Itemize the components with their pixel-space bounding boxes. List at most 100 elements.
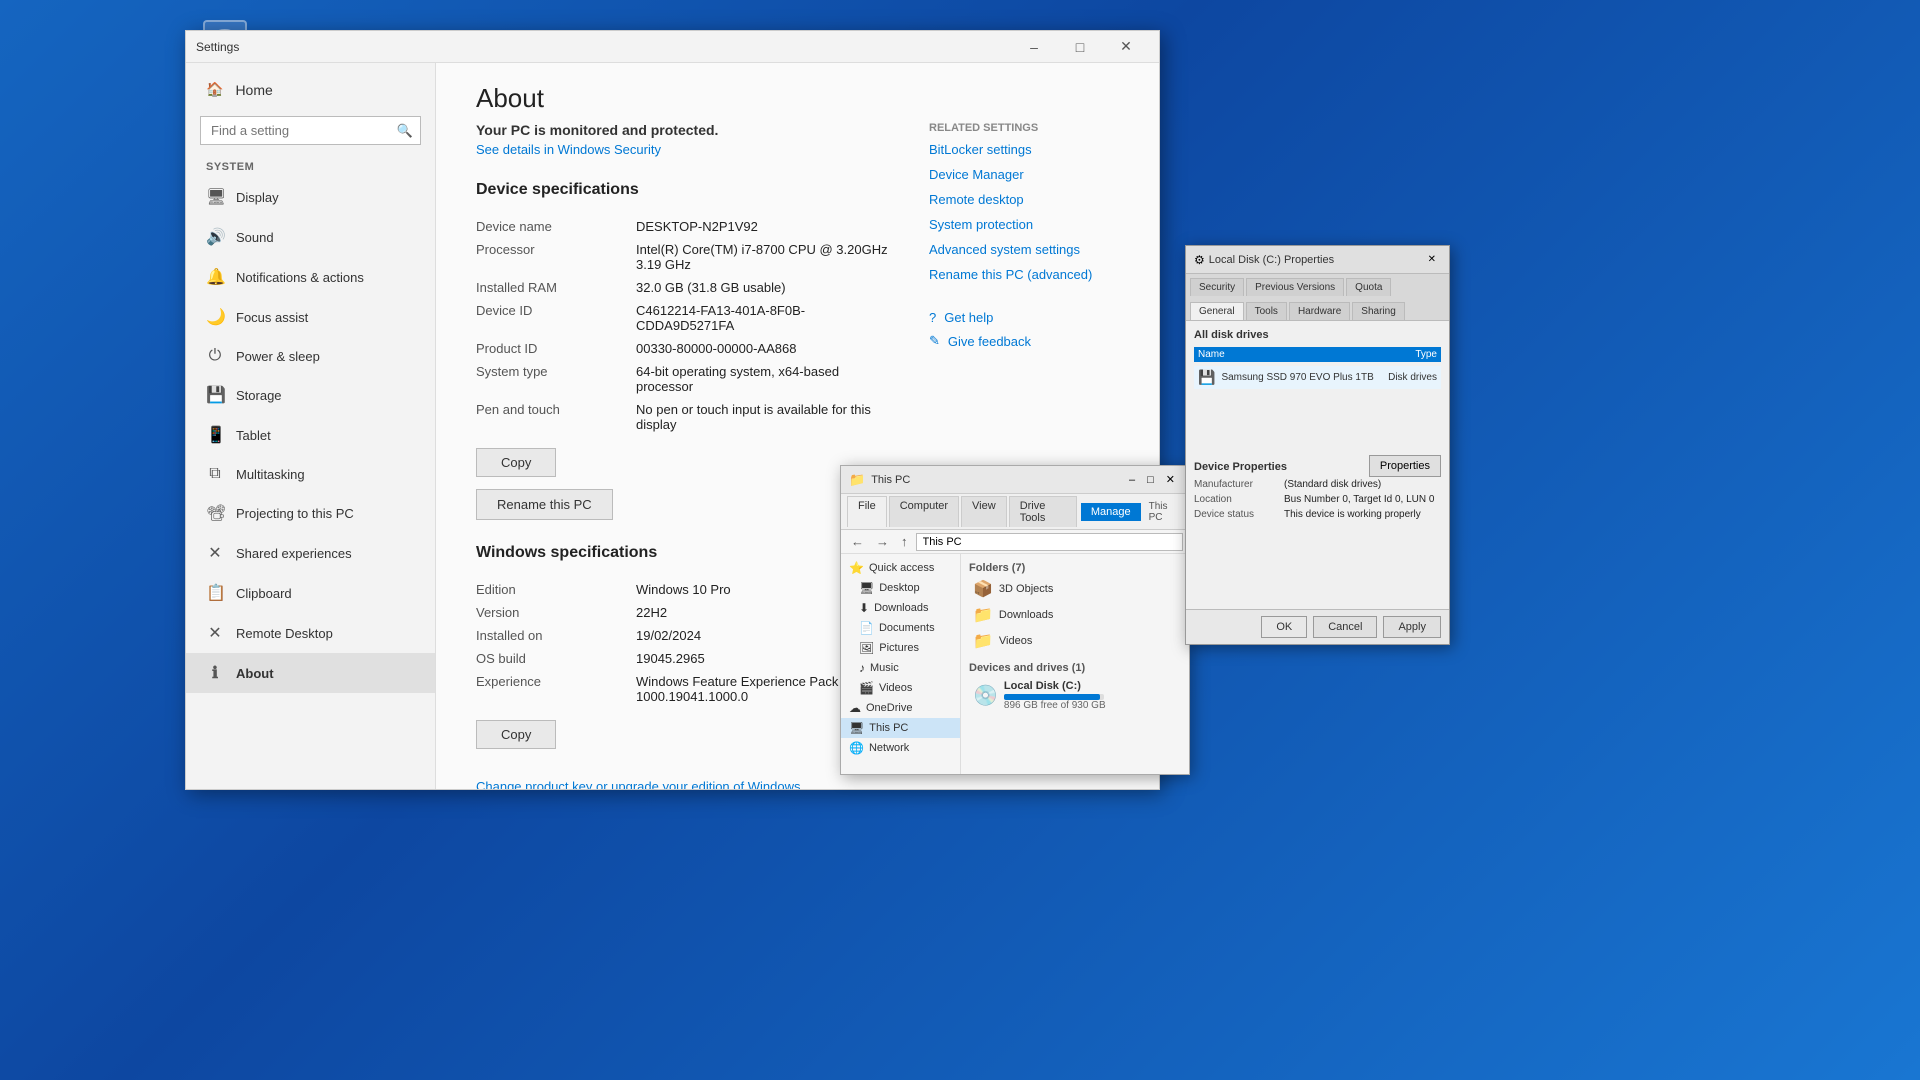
get-help-item[interactable]: ? Get help (929, 310, 1119, 325)
dp-tab-previous[interactable]: Previous Versions (1246, 278, 1344, 296)
fe-tab-computer[interactable]: Computer (889, 496, 959, 527)
sidebar-item-sound[interactable]: 🔊 Sound (186, 217, 435, 257)
spec-row: Product ID 00330-80000-00000-AA868 (476, 341, 899, 356)
fe-back-button[interactable]: ← (847, 532, 868, 551)
fe-sidebar-pictures[interactable]: 🖼 Pictures (841, 638, 960, 658)
spec-row: Installed RAM 32.0 GB (31.8 GB usable) (476, 280, 899, 295)
dp-properties-button[interactable]: Properties (1369, 455, 1441, 477)
dp-icon: ⚙ (1194, 253, 1205, 267)
fe-forward-button[interactable]: → (872, 532, 893, 551)
fe-folder-downloads[interactable]: 📁 Downloads (969, 602, 1181, 628)
sidebar-item-multitasking[interactable]: ⧉ Multitasking (186, 455, 435, 493)
settings-title: Settings (196, 40, 1011, 54)
dp-cancel-button[interactable]: Cancel (1313, 616, 1377, 638)
copy-device-specs-button[interactable]: Copy (476, 448, 556, 477)
spec-row: Device ID C4612214-FA13-401A-8F0B-CDDA9D… (476, 303, 899, 333)
fe-titlebar: 📁 This PC – □ ✕ (841, 466, 1189, 494)
fe-tab-view[interactable]: View (961, 496, 1007, 527)
fe-sidebar-videos[interactable]: 🎬 Videos (841, 678, 960, 698)
sidebar-item-about[interactable]: ℹ About (186, 653, 435, 693)
copy-windows-specs-button[interactable]: Copy (476, 720, 556, 749)
dp-button-bar: OK Cancel Apply (1186, 609, 1449, 644)
fe-body: ⭐ Quick access 🖥 Desktop ⬇ Downloads 📄 D… (841, 554, 1189, 774)
fe-tab-file[interactable]: File (847, 496, 887, 527)
close-button[interactable]: ✕ (1103, 31, 1149, 63)
bitlocker-link[interactable]: BitLocker settings (929, 142, 1119, 157)
fe-sidebar-documents[interactable]: 📄 Documents (841, 618, 960, 638)
sidebar-item-notifications[interactable]: 🔔 Notifications & actions (186, 257, 435, 297)
dp-empty-area (1194, 389, 1441, 449)
product-key-link[interactable]: Change product key or upgrade your editi… (476, 779, 899, 789)
help-icon: ? (929, 310, 936, 325)
fe-minimize[interactable]: – (1123, 471, 1141, 488)
dp-drive-row[interactable]: 💾 Samsung SSD 970 EVO Plus 1TB Disk driv… (1194, 366, 1441, 389)
sidebar-item-clipboard[interactable]: 📋 Clipboard (186, 573, 435, 613)
feedback-icon: ✎ (929, 333, 940, 349)
search-input[interactable] (200, 116, 421, 145)
dp-ok-button[interactable]: OK (1261, 616, 1307, 638)
fe-sidebar-music[interactable]: ♪ Music (841, 658, 960, 678)
give-feedback-item[interactable]: ✎ Give feedback (929, 333, 1119, 349)
advanced-system-link[interactable]: Advanced system settings (929, 242, 1119, 257)
fe-sidebar-network[interactable]: 🌐 Network (841, 738, 960, 758)
dp-tab-tools[interactable]: Tools (1246, 302, 1287, 320)
fe-ribbon: File Computer View Drive Tools Manage Th… (841, 494, 1189, 530)
dp-apply-button[interactable]: Apply (1383, 616, 1441, 638)
fe-sidebar-downloads[interactable]: ⬇ Downloads (841, 598, 960, 618)
clipboard-icon: 📋 (206, 583, 224, 603)
remote-desktop-link[interactable]: Remote desktop (929, 192, 1119, 207)
fe-maximize[interactable]: □ (1141, 471, 1160, 488)
spec-row: System type 64-bit operating system, x64… (476, 364, 899, 394)
dp-tab-security[interactable]: Security (1190, 278, 1244, 296)
fe-folder-3dobjects[interactable]: 📦 3D Objects (969, 576, 1181, 602)
dp-window-controls: ✕ (1423, 253, 1441, 266)
rename-pc-button[interactable]: Rename this PC (476, 489, 613, 520)
all-disk-drives-label: All disk drives (1194, 329, 1441, 341)
sidebar-item-home[interactable]: 🏠 Home (186, 71, 435, 108)
dp-drive-icon: 💾 (1198, 369, 1215, 386)
network-icon: 🌐 (849, 741, 864, 755)
fe-close[interactable]: ✕ (1160, 471, 1181, 488)
system-protection-link[interactable]: System protection (929, 217, 1119, 232)
sound-icon: 🔊 (206, 227, 224, 247)
dp-tab-hardware[interactable]: Hardware (1289, 302, 1350, 320)
fe-manage-button[interactable]: Manage (1081, 503, 1141, 521)
fe-folder-videos[interactable]: 📁 Videos (969, 628, 1181, 654)
drive-c-info: Local Disk (C:) 896 GB free of 930 GB (1004, 680, 1106, 711)
minimize-button[interactable]: – (1011, 31, 1057, 63)
sidebar-item-projecting[interactable]: 📽 Projecting to this PC (186, 493, 435, 533)
fe-sidebar-this-pc[interactable]: 🖥 This PC (841, 718, 960, 738)
fe-sidebar-desktop[interactable]: 🖥 Desktop (841, 578, 960, 598)
dp-tab-general[interactable]: General (1190, 302, 1244, 320)
fe-folder-icon-title: 📁 (849, 472, 865, 488)
spec-row: Device name DESKTOP-N2P1V92 (476, 219, 899, 234)
dp-titlebar: ⚙ Local Disk (C:) Properties ✕ (1186, 246, 1449, 274)
rename-advanced-link[interactable]: Rename this PC (advanced) (929, 267, 1119, 282)
sidebar-item-shared[interactable]: ✕ Shared experiences (186, 533, 435, 573)
sidebar-item-storage[interactable]: 💾 Storage (186, 375, 435, 415)
spec-row: Pen and touch No pen or touch input is a… (476, 402, 899, 432)
fe-window-controls: – □ ✕ (1123, 471, 1181, 488)
spec-row: Experience Windows Feature Experience Pa… (476, 674, 899, 704)
fe-address-bar[interactable] (916, 533, 1184, 551)
sidebar-item-focus[interactable]: 🌙 Focus assist (186, 297, 435, 337)
sidebar-item-power[interactable]: ⏻ Power & sleep (186, 337, 435, 375)
sidebar-item-tablet[interactable]: 📱 Tablet (186, 415, 435, 455)
dp-prop-status: Device status This device is working pro… (1194, 509, 1441, 520)
fe-up-button[interactable]: ↑ (897, 532, 912, 551)
sidebar-item-display[interactable]: 🖥 Display (186, 177, 435, 217)
fe-sidebar-quick-access[interactable]: ⭐ Quick access (841, 558, 960, 578)
sidebar-item-remote[interactable]: ✕ Remote Desktop (186, 613, 435, 653)
device-manager-link[interactable]: Device Manager (929, 167, 1119, 182)
projecting-icon: 📽 (206, 503, 224, 523)
dp-close[interactable]: ✕ (1423, 253, 1441, 266)
security-link[interactable]: See details in Windows Security (476, 142, 899, 157)
fe-drive-c[interactable]: 💿 Local Disk (C:) 896 GB free of 930 GB (969, 676, 1181, 715)
fe-sidebar-onedrive[interactable]: ☁ OneDrive (841, 698, 960, 718)
documents-icon: 📄 (859, 621, 874, 635)
security-status: Your PC is monitored and protected. (476, 122, 899, 138)
maximize-button[interactable]: □ (1057, 31, 1103, 63)
fe-tab-drivetools[interactable]: Drive Tools (1009, 496, 1077, 527)
dp-tab-sharing[interactable]: Sharing (1352, 302, 1404, 320)
dp-tab-quota[interactable]: Quota (1346, 278, 1391, 296)
